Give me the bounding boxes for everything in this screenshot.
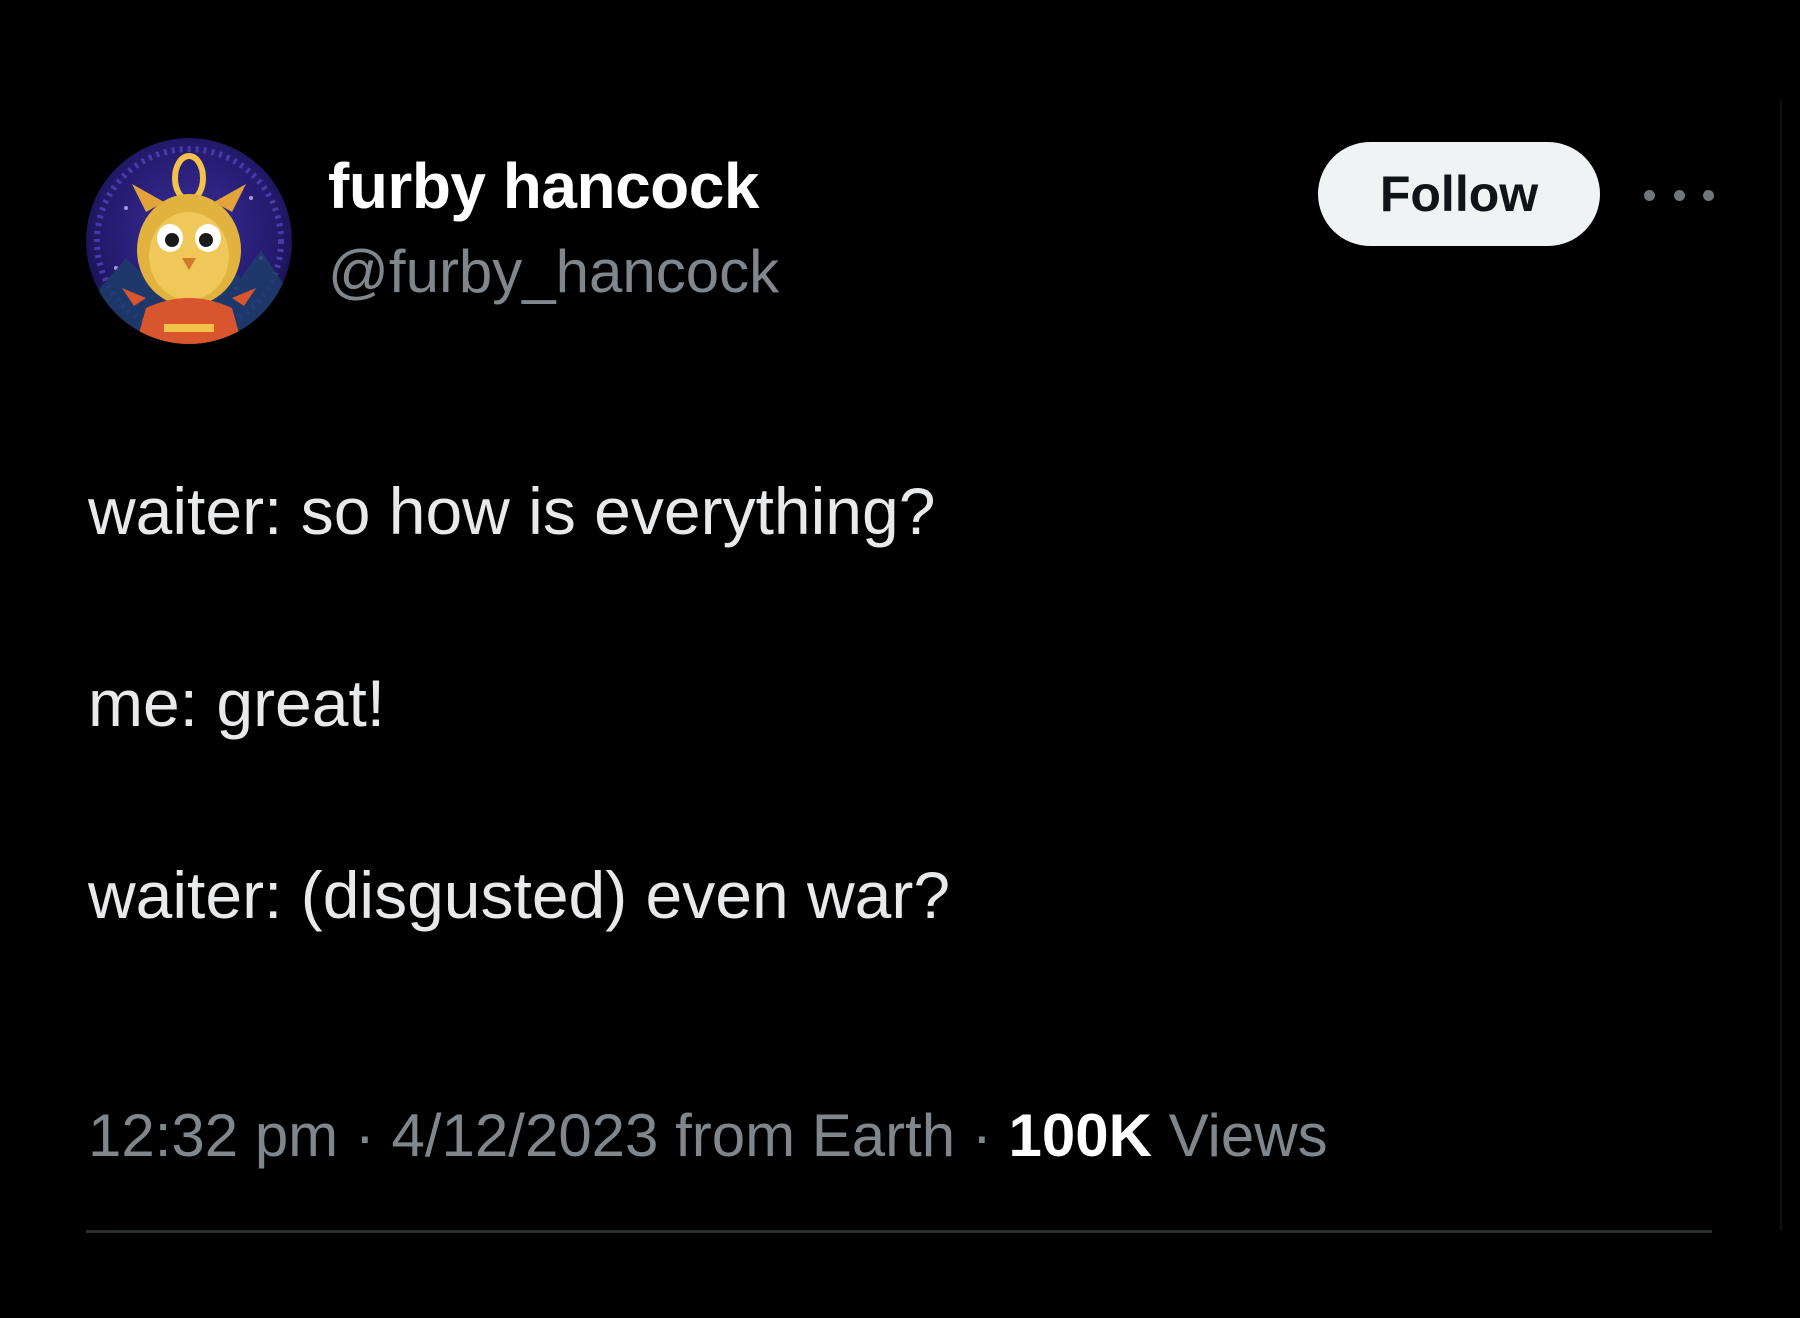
meta-separator: ·	[338, 1102, 392, 1169]
avatar[interactable]	[86, 138, 292, 344]
dot	[1644, 189, 1655, 201]
views-label: Views	[1168, 1102, 1328, 1169]
tweet-text-line: waiter: (disgusted) even war?	[88, 858, 951, 932]
tweet-meta: 12:32 pm · 4/12/2023 from Earth · 100K V…	[88, 1106, 1328, 1166]
author-names: furby hancock @furby_hancock	[328, 154, 779, 302]
meta-separator: ·	[955, 1102, 1009, 1169]
dot	[1673, 189, 1685, 201]
right-edge-line	[1780, 100, 1782, 1230]
author-display-name[interactable]: furby hancock	[328, 154, 779, 218]
more-dots-icon[interactable]	[1644, 180, 1714, 210]
tweet-time[interactable]: 12:32 pm	[88, 1102, 338, 1169]
furby-avatar-icon	[86, 138, 292, 344]
tweet-header: furby hancock @furby_hancock Follow	[86, 134, 1726, 354]
dot	[1703, 189, 1714, 201]
tweet-text-line: me: great!	[88, 666, 386, 740]
views-count: 100K	[1008, 1102, 1152, 1169]
tweet-text-line: waiter: so how is everything?	[88, 474, 936, 548]
tweet-date-source[interactable]: 4/12/2023 from Earth	[392, 1102, 956, 1169]
author-handle[interactable]: @furby_hancock	[328, 242, 779, 302]
tweet-card: furby hancock @furby_hancock Follow wait…	[0, 0, 1800, 1318]
tweet-body: waiter: so how is everything? me: great!…	[88, 470, 1688, 928]
follow-button[interactable]: Follow	[1318, 142, 1600, 246]
divider	[86, 1230, 1712, 1233]
